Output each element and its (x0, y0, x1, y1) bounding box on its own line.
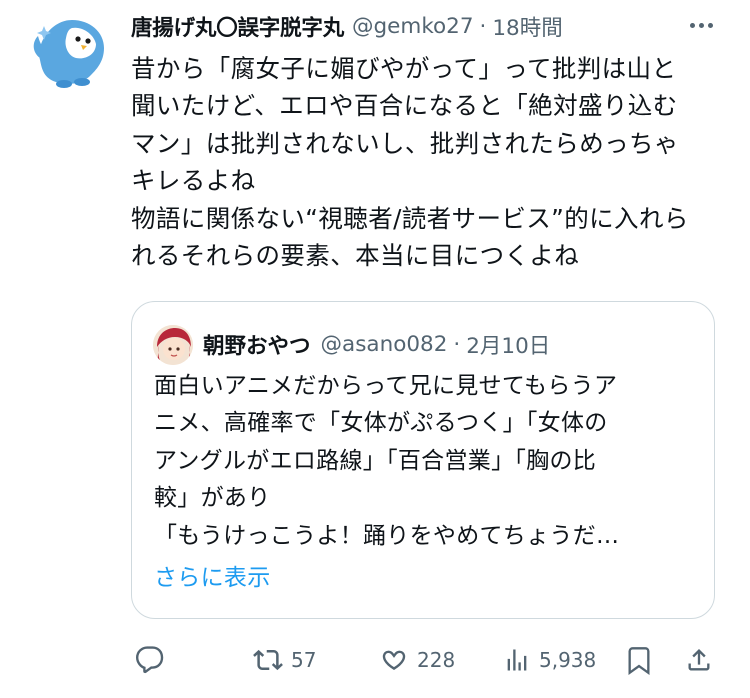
quote-header: 朝野おやつ @asano082 · 2月10日 (203, 326, 550, 362)
quote-text-line: 較」があり (154, 485, 271, 512)
quote-text-line: ニメ、高確率で「女体がぷるつく」「女体の (154, 410, 608, 437)
show-more-link[interactable]: さらに表示 (154, 558, 271, 592)
tweet-text-line: 物語に関係ない“視聴者/読者サービス”的に入れら (131, 203, 689, 233)
tweet-text-line: 聞いたけど、エロや百合になると「絶対盛り込む (131, 91, 678, 121)
bookmark-icon (628, 647, 650, 675)
tweet-text-line: 昔から「腐女子に媚びやがって」って批判は山と (131, 54, 677, 83)
timestamp[interactable]: 18時間 (492, 11, 562, 42)
reply-button[interactable] (135, 640, 165, 680)
separator-dot: · (479, 13, 487, 39)
retweet-count: 57 (291, 648, 317, 672)
quote-text-line: 「もうけっこうよ！踊りをやめてちょうだ… (154, 522, 620, 549)
action-bar: 57 228 5,938 (131, 640, 721, 680)
tweet-text: 昔から「腐女子に媚びやがって」って批判は山と 聞いたけど、エロや百合になると「絶… (131, 50, 731, 274)
quote-text: 面白いアニメだからって兄に見せてもらうア ニメ、高確率で「女体がぷるつく」「女体… (154, 368, 694, 555)
separator-dot: · (453, 331, 461, 357)
views-button[interactable]: 5,938 (503, 640, 596, 680)
user-handle[interactable]: @gemko27 (352, 14, 474, 39)
bookmark-button[interactable] (625, 640, 653, 680)
tweet-header: 唐揚げ丸〇誤字脱字丸 @gemko27 · 18時間 (131, 9, 563, 43)
more-options-icon[interactable] (684, 12, 718, 38)
quote-text-line: 面白いアニメだからって兄に見せてもらうア (154, 373, 618, 399)
quote-author-avatar[interactable] (153, 325, 193, 365)
quote-date[interactable]: 2月10日 (466, 329, 550, 360)
share-button[interactable] (685, 640, 713, 680)
quote-display-name[interactable]: 朝野おやつ (203, 329, 311, 360)
retweet-icon (253, 649, 283, 671)
quote-text-line: アングルがエロ路線」「百合営業」「胸の比 (154, 447, 597, 474)
illustrated-character-avatar-icon (153, 325, 193, 365)
quote-tweet-card[interactable]: 朝野おやつ @asano082 · 2月10日 面白いアニメだからって兄に見せて… (131, 301, 715, 619)
views-count: 5,938 (539, 648, 597, 672)
author-avatar[interactable] (30, 12, 112, 94)
tweet-text-line: れるそれらの要素、本当に目につくよね (131, 241, 580, 271)
like-count: 228 (417, 648, 456, 672)
tweet-text-line: キレるよね (131, 166, 256, 196)
tweet-text-line: マン」は批判されないし、批判されたらめっちゃ (131, 128, 679, 158)
quote-user-handle[interactable]: @asano082 (321, 332, 448, 357)
tweet[interactable]: 唐揚げ丸〇誤字脱字丸 @gemko27 · 18時間 昔から「腐女子に媚びやがっ… (0, 0, 750, 698)
share-icon (688, 649, 710, 671)
views-icon (507, 649, 527, 671)
retweet-button[interactable]: 57 (253, 640, 316, 680)
heart-icon (382, 650, 406, 670)
penguin-avatar-icon (33, 20, 104, 88)
display-name[interactable]: 唐揚げ丸〇誤字脱字丸 (131, 11, 344, 42)
reply-icon (136, 646, 164, 674)
like-button[interactable]: 228 (379, 640, 455, 680)
